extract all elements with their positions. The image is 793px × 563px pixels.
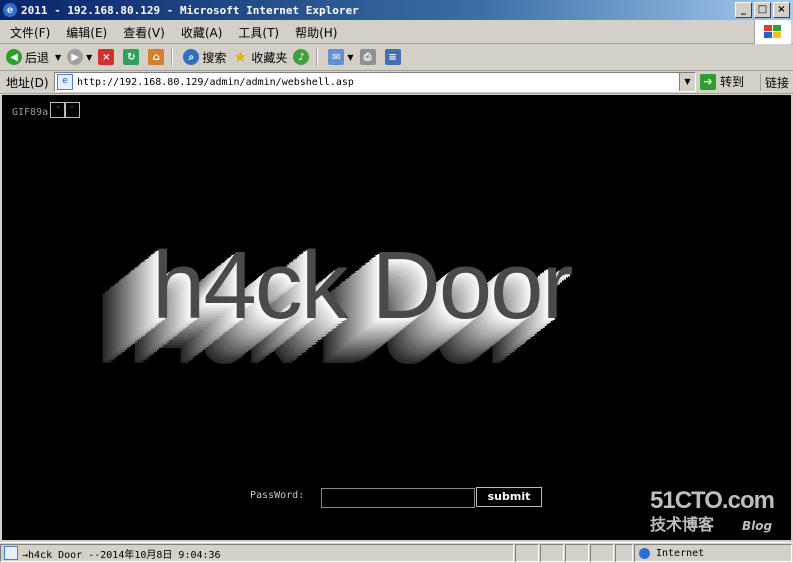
zone-label: Internet bbox=[656, 547, 705, 559]
forward-arrow-icon: ▶ bbox=[67, 49, 84, 65]
search-button[interactable]: ⌕ 搜索 bbox=[183, 49, 226, 66]
print-button[interactable]: ⎙ bbox=[359, 49, 379, 65]
headline: h4ck Door bbox=[152, 232, 574, 339]
toolbar: ◀ 后退 ▼ ▶ ▼ × ↻ ⌂ ⌕ 搜索 ★ 收藏夹 ♪ ✉ ▼ ⎙ ≡ bbox=[0, 44, 793, 71]
password-input[interactable] bbox=[321, 488, 475, 508]
page-icon: e bbox=[57, 74, 73, 90]
mail-button[interactable]: ✉ ▼ bbox=[328, 49, 354, 65]
back-dropdown-icon[interactable]: ▼ bbox=[55, 53, 61, 62]
menu-bar: 文件(F) 编辑(E) 查看(V) 收藏(A) 工具(T) 帮助(H) bbox=[0, 21, 793, 44]
status-pane bbox=[515, 544, 539, 562]
close-button[interactable]: × bbox=[773, 2, 790, 18]
favorites-label: 收藏夹 bbox=[251, 50, 288, 65]
home-icon: ⌂ bbox=[148, 49, 165, 65]
menu-file[interactable]: 文件(F) bbox=[10, 24, 50, 41]
globe-icon bbox=[639, 547, 650, 559]
address-label: 地址(D) bbox=[6, 75, 49, 90]
status-page-icon bbox=[4, 546, 18, 560]
broken-image-box: · bbox=[64, 102, 80, 118]
status-pane bbox=[565, 544, 589, 562]
menu-edit[interactable]: 编辑(E) bbox=[66, 24, 107, 41]
watermark: 51CTO.com 技术博客 Blog bbox=[650, 487, 775, 535]
password-label: PassWord: bbox=[250, 490, 305, 501]
forward-dropdown-icon[interactable]: ▼ bbox=[86, 53, 92, 62]
submit-button[interactable]: submit bbox=[476, 487, 542, 507]
star-icon: ★ bbox=[233, 48, 248, 66]
refresh-button[interactable]: ↻ bbox=[123, 49, 142, 65]
favorites-button[interactable]: ★ 收藏夹 bbox=[232, 48, 288, 66]
home-button[interactable]: ⌂ bbox=[148, 49, 167, 65]
media-button[interactable]: ♪ bbox=[293, 49, 312, 65]
status-pane bbox=[540, 544, 564, 562]
ie-icon: e bbox=[3, 3, 17, 17]
windows-logo-icon bbox=[754, 20, 791, 44]
menu-favorites[interactable]: 收藏(A) bbox=[181, 24, 223, 41]
status-pane bbox=[590, 544, 614, 562]
toolbar-separator bbox=[316, 48, 319, 66]
go-arrow-icon: ➔ bbox=[700, 73, 716, 90]
window-title: 2011 - 192.168.80.129 - Microsoft Intern… bbox=[21, 3, 359, 17]
mail-icon: ✉ bbox=[328, 49, 345, 65]
status-bar: →h4ck Door --2014年10月8日 9:04:36 Internet bbox=[0, 542, 793, 563]
menu-help[interactable]: 帮助(H) bbox=[295, 24, 337, 41]
mail-dropdown-icon[interactable]: ▼ bbox=[347, 53, 353, 62]
status-text: →h4ck Door --2014年10月8日 9:04:36 bbox=[22, 549, 221, 561]
back-label: 后退 bbox=[25, 50, 50, 65]
menu-tools[interactable]: 工具(T) bbox=[238, 24, 279, 41]
status-pane bbox=[615, 544, 633, 562]
stop-icon: × bbox=[98, 49, 115, 65]
refresh-icon: ↻ bbox=[123, 49, 140, 65]
gif-header-text: GIF89a bbox=[12, 107, 49, 118]
search-icon: ⌕ bbox=[183, 49, 200, 65]
search-label: 搜索 bbox=[202, 50, 227, 65]
address-dropdown-icon[interactable]: ▼ bbox=[679, 73, 695, 91]
address-url[interactable]: http://192.168.80.129/admin/admin/webshe… bbox=[77, 77, 354, 88]
watermark-line3: Blog bbox=[742, 519, 773, 533]
title-bar: e 2011 - 192.168.80.129 - Microsoft Inte… bbox=[0, 0, 793, 20]
back-arrow-icon: ◀ bbox=[6, 49, 22, 65]
go-button[interactable]: ➔ 转到 bbox=[700, 73, 744, 90]
go-label: 转到 bbox=[720, 75, 745, 89]
links-button[interactable]: 链接 bbox=[760, 74, 789, 91]
address-bar: 地址(D) e http://192.168.80.129/admin/admi… bbox=[0, 71, 793, 94]
menu-view[interactable]: 查看(V) bbox=[123, 24, 165, 41]
print-icon: ⎙ bbox=[359, 49, 376, 65]
back-button[interactable]: ◀ 后退 ▼ bbox=[6, 49, 61, 66]
edit-page-icon: ≡ bbox=[384, 49, 401, 65]
maximize-button[interactable]: □ bbox=[754, 2, 771, 18]
status-zone: Internet bbox=[634, 544, 792, 562]
forward-button[interactable]: ▶ ▼ bbox=[67, 49, 92, 65]
toolbar-separator bbox=[171, 48, 174, 66]
edit-button[interactable]: ≡ bbox=[384, 49, 404, 65]
stop-button[interactable]: × bbox=[98, 49, 117, 65]
minimize-button[interactable]: _ bbox=[735, 2, 752, 18]
address-input[interactable]: e http://192.168.80.129/admin/admin/webs… bbox=[54, 72, 696, 92]
page-content: GIF89a · · h4ck Door h4ck Door h4ck Door h4… bbox=[2, 95, 791, 540]
status-text-pane: →h4ck Door --2014年10月8日 9:04:36 bbox=[0, 544, 514, 562]
media-icon: ♪ bbox=[293, 49, 310, 65]
